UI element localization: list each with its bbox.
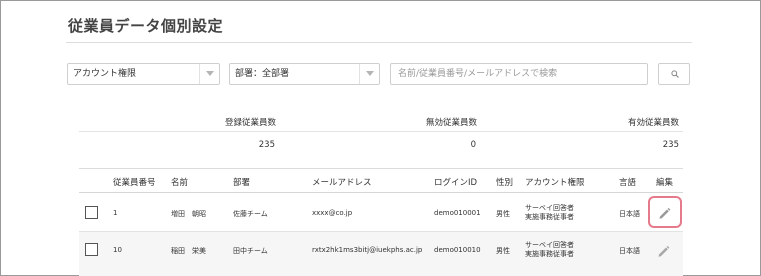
edit-button[interactable] xyxy=(657,243,670,262)
invalid-count-label: 無効従業員数 xyxy=(425,118,477,128)
column-header-account-role: アカウント権限 xyxy=(525,178,585,188)
column-header-gender: 性別 xyxy=(496,178,514,188)
department-select[interactable]: 部署：全部署 xyxy=(229,63,380,85)
page-title: 従業員データ個別設定 xyxy=(68,17,224,35)
employee-name: 稲田 栄美 xyxy=(171,247,206,255)
stats-divider xyxy=(79,131,683,132)
employee-gender: 男性 xyxy=(496,247,510,255)
account-role-line: サーベイ回答者 xyxy=(525,204,574,212)
table-header-divider xyxy=(79,192,683,193)
employee-department: 佐藤チーム xyxy=(233,210,268,218)
department-select-value: 部署：全部署 xyxy=(235,69,290,79)
pencil-icon xyxy=(657,243,670,262)
account-role-line: サーベイ回答者 xyxy=(525,241,574,249)
employee-account-role: サーベイ回答者 実施事務従事者 xyxy=(525,241,574,259)
invalid-count-value: 0 xyxy=(470,140,476,150)
employee-language: 日本語 xyxy=(619,210,640,218)
column-header-number: 従業員番号 xyxy=(113,178,156,188)
employee-email: rxtx2hk1ms3bitj@iuekphs.ac.jp xyxy=(312,246,423,254)
employee-number: 1 xyxy=(113,209,118,217)
row-checkbox[interactable] xyxy=(85,206,98,219)
table-top-divider xyxy=(79,168,683,169)
column-header-department: 部署 xyxy=(233,178,251,188)
account-role-select-value: アカウント権限 xyxy=(73,69,137,79)
account-role-select[interactable]: アカウント権限 xyxy=(67,63,220,85)
employee-email: xxxx@co.jp xyxy=(312,209,353,217)
search-button[interactable] xyxy=(658,63,690,85)
employee-name: 増田 朝昭 xyxy=(171,210,206,218)
employee-language: 日本語 xyxy=(619,247,640,255)
pencil-icon xyxy=(658,205,671,224)
search-input[interactable] xyxy=(390,63,648,85)
column-header-name: 名前 xyxy=(171,178,189,188)
employee-gender: 男性 xyxy=(496,210,510,218)
valid-count-value: 235 xyxy=(662,140,679,150)
account-role-line: 実施事務従事者 xyxy=(525,213,574,221)
column-header-email: メールアドレス xyxy=(312,178,372,188)
registered-count-value: 235 xyxy=(258,140,275,150)
column-header-language: 言語 xyxy=(619,178,637,188)
employee-account-role: サーベイ回答者 実施事務従事者 xyxy=(525,204,574,222)
employee-department: 田中チーム xyxy=(233,247,268,255)
edit-button-highlighted[interactable] xyxy=(648,196,682,228)
valid-count-label: 有効従業員数 xyxy=(627,118,679,128)
registered-count-label: 登録従業員数 xyxy=(224,118,276,128)
title-divider xyxy=(66,42,692,43)
chevron-down-icon xyxy=(199,64,219,84)
account-role-line: 実施事務従事者 xyxy=(525,250,574,258)
chevron-down-icon xyxy=(359,64,379,84)
employee-login-id: demo010001 xyxy=(434,209,481,217)
column-header-edit: 編集 xyxy=(656,178,674,188)
employee-number: 10 xyxy=(113,246,122,254)
column-header-login-id: ログインID xyxy=(434,178,478,188)
employee-login-id: demo010010 xyxy=(434,246,481,254)
table-row-background xyxy=(79,232,683,276)
row-checkbox[interactable] xyxy=(85,243,98,256)
